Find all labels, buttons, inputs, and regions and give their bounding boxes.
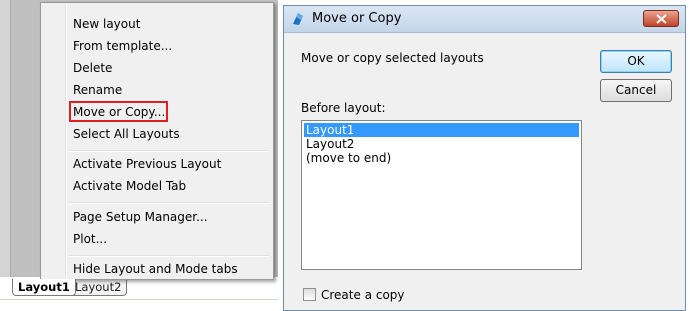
dialog-titlebar[interactable]: Move or Copy — [284, 6, 685, 33]
create-copy-label[interactable]: Create a copy — [321, 287, 405, 303]
dialog-description: Move or copy selected layouts — [301, 51, 484, 65]
annotation-highlight-box — [69, 101, 168, 122]
create-copy-checkbox[interactable] — [303, 288, 316, 301]
menu-item-plot[interactable]: Plot... — [73, 229, 107, 249]
ok-button[interactable]: OK — [600, 50, 672, 73]
menu-item-activate-model-tab[interactable]: Activate Model Tab — [73, 176, 186, 196]
menu-item-new-layout[interactable]: New layout — [73, 14, 140, 34]
before-layout-label: Before layout: — [301, 101, 386, 115]
menu-item-select-all-layouts[interactable]: Select All Layouts — [73, 124, 180, 144]
layout-context-menu: New layout From template... Delete Renam… — [40, 2, 274, 280]
menu-item-hide-layout-and-mode-tabs[interactable]: Hide Layout and Mode tabs — [73, 259, 238, 279]
menu-item-from-template[interactable]: From template... — [73, 36, 172, 56]
menu-item-page-setup-manager[interactable]: Page Setup Manager... — [73, 207, 208, 227]
list-item-layout1[interactable]: Layout1 — [304, 123, 579, 137]
drawing-edge — [0, 0, 11, 282]
menu-item-activate-previous-layout[interactable]: Activate Previous Layout — [73, 154, 221, 174]
dialog-title: Move or Copy — [312, 11, 402, 26]
cancel-button[interactable]: Cancel — [600, 79, 672, 102]
close-button[interactable] — [643, 10, 679, 27]
list-item-move-to-end[interactable]: (move to end) — [304, 151, 579, 165]
layout-tab-bar: Layout1 Layout2 — [0, 277, 278, 300]
before-layout-listbox[interactable]: Layout1 Layout2 (move to end) — [301, 120, 582, 270]
tab-layout1[interactable]: Layout1 — [12, 279, 76, 296]
autocad-app-icon — [290, 11, 306, 27]
move-or-copy-dialog: Move or Copy Move or copy selected layou… — [283, 5, 686, 311]
tab-layout2[interactable]: Layout2 — [69, 279, 128, 296]
close-icon — [656, 14, 667, 24]
list-item-layout2[interactable]: Layout2 — [304, 137, 579, 151]
menu-separator — [69, 255, 269, 257]
menu-separator — [69, 150, 269, 152]
menu-item-delete[interactable]: Delete — [73, 58, 112, 78]
menu-icon-gutter — [65, 5, 67, 277]
menu-separator — [69, 202, 269, 204]
menu-item-rename[interactable]: Rename — [73, 80, 122, 100]
